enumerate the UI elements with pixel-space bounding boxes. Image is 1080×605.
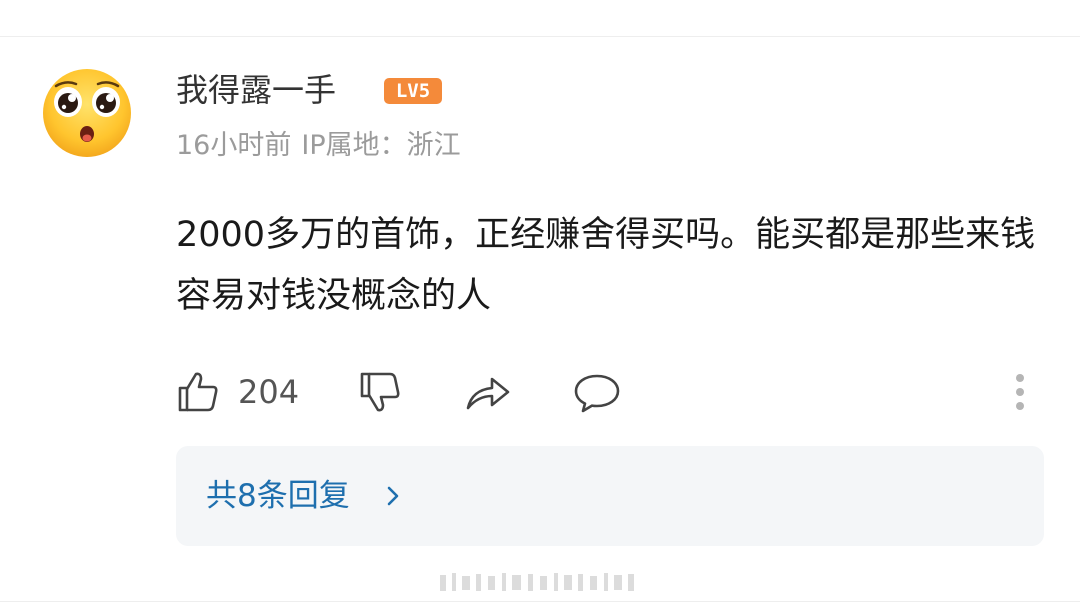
dislike-button[interactable]	[356, 368, 404, 416]
chevron-right-icon	[387, 486, 399, 506]
share-button[interactable]	[464, 368, 512, 416]
share-arrow-icon	[466, 377, 510, 410]
comment-meta: 16小时前 IP属地：浙江	[176, 128, 471, 164]
bottom-divider	[0, 601, 1080, 602]
watermark-graphic	[430, 571, 650, 593]
comment-bubble-icon	[574, 374, 620, 413]
like-count: 204	[238, 373, 300, 411]
comment-actions: 204	[0, 360, 1080, 424]
level-badge: LV5	[384, 78, 442, 104]
more-options-button[interactable]	[1008, 372, 1032, 412]
like-button[interactable]	[174, 368, 222, 416]
replies-count-label: 共8条回复	[206, 478, 350, 514]
view-replies-button[interactable]: 共8条回复	[176, 446, 1044, 546]
more-vertical-icon	[1016, 374, 1024, 410]
comment-time: 16小时前	[176, 130, 292, 161]
emoji-avatar-icon	[43, 69, 131, 157]
thumbs-up-icon	[178, 372, 218, 412]
user-avatar[interactable]	[42, 68, 132, 158]
top-divider	[0, 36, 1080, 37]
username[interactable]: 我得露一手	[176, 70, 336, 110]
thumbs-down-icon	[360, 372, 400, 412]
comment-text: 2000多万的首饰，正经赚舍得买吗。能买都是那些来钱容易对钱没概念的人	[176, 215, 1036, 316]
reply-button[interactable]	[572, 368, 620, 416]
ip-location: IP属地：浙江	[301, 130, 461, 161]
